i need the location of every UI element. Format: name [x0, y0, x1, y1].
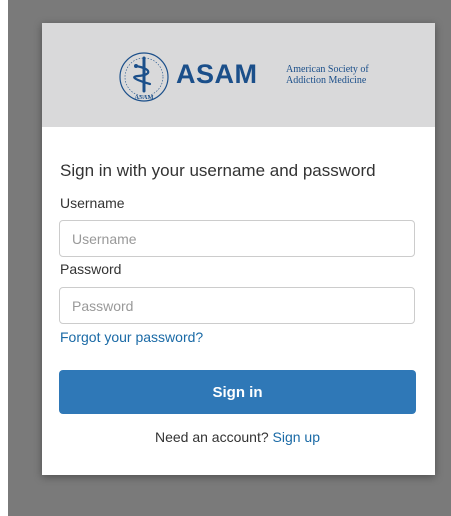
brand-tagline: American Society of Addiction Medicine [286, 64, 396, 86]
asam-logo: ASAM ASAM American Society of Addiction … [116, 49, 369, 105]
password-label: Password [60, 261, 122, 277]
form-heading: Sign in with your username and password [60, 161, 376, 180]
forgot-password-link[interactable]: Forgot your password? [60, 329, 203, 345]
signup-row: Need an account? Sign up [59, 429, 416, 445]
asam-seal-icon: ASAM [119, 52, 169, 102]
sign-up-link[interactable]: Sign up [273, 429, 320, 445]
brand-name: ASAM [176, 59, 258, 89]
brand-tagline-line1: American Society of [286, 64, 369, 75]
signup-prompt: Need an account? [154, 429, 273, 445]
password-input[interactable] [59, 287, 415, 324]
username-label: Username [60, 195, 125, 211]
brand-tagline-line2: Addiction Medicine [286, 75, 367, 86]
seal-text: ASAM [134, 94, 153, 101]
username-input[interactable] [59, 220, 415, 257]
brand-banner: ASAM ASAM American Society of Addiction … [42, 23, 435, 127]
sign-in-card: ASAM ASAM American Society of Addiction … [42, 23, 435, 475]
sign-in-button[interactable]: Sign in [59, 370, 416, 414]
